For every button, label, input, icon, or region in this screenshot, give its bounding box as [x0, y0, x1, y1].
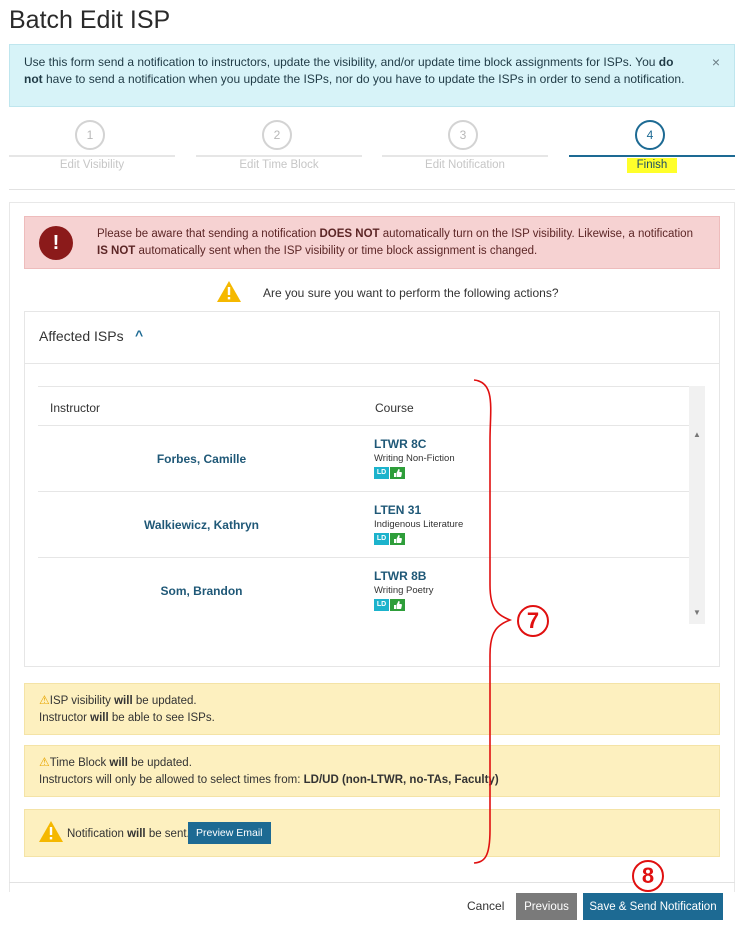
annotation-marker-8: 8 [632, 860, 664, 892]
annotation-bracket [473, 379, 513, 864]
annotation-marker-7: 7 [517, 605, 549, 637]
